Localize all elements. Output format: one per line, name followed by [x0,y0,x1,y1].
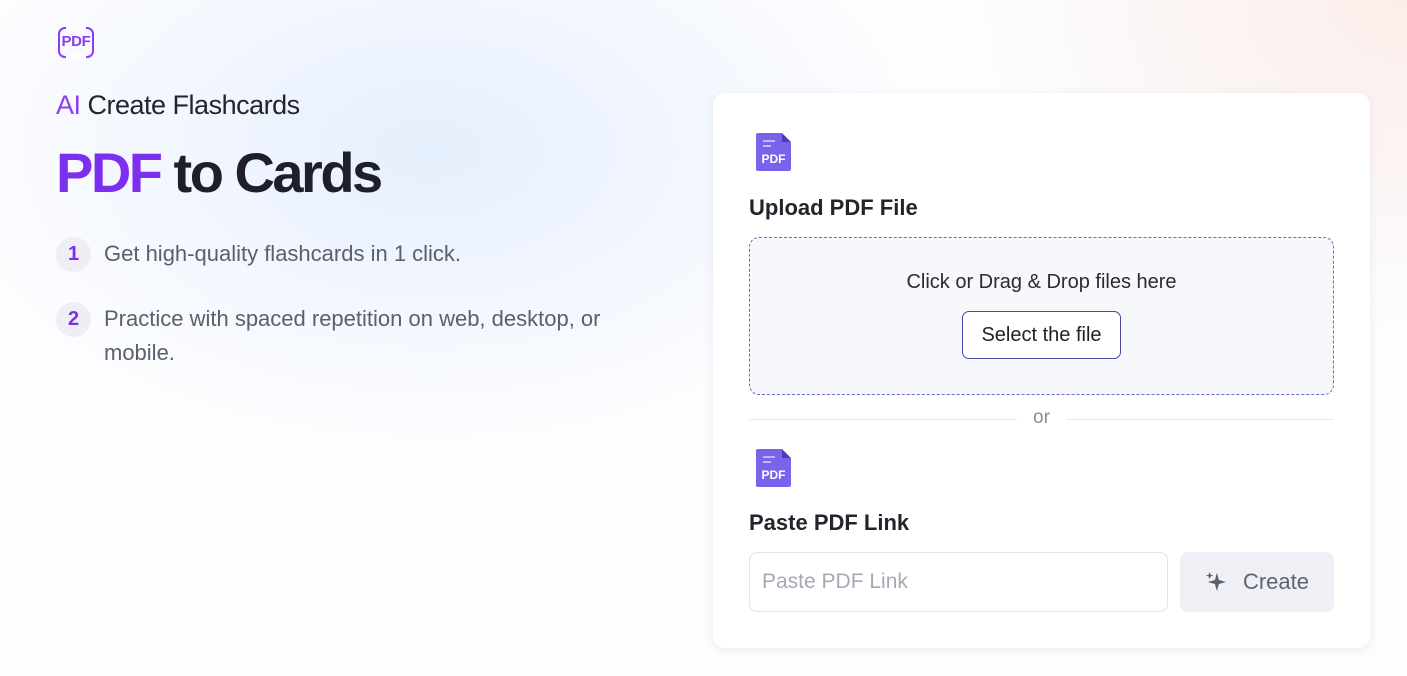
create-button-label: Create [1242,569,1310,594]
pdf-link-input[interactable] [749,552,1168,612]
upload-card: PDF Upload PDF File Click or Drag & Drop… [713,93,1370,648]
subtitle-rest: Create Flashcards [80,90,301,120]
step-number: 2 [56,302,91,337]
link-section-title: Paste PDF Link [749,510,910,535]
headline-rest: to Cards [160,141,384,204]
step-item: 2 Practice with spaced repetition on web… [56,302,666,370]
file-dropzone[interactable]: Click or Drag & Drop files here Select t… [749,237,1334,395]
pdf-file-icon: PDF [756,133,791,171]
pdf-logo-icon[interactable]: PDF [58,25,94,60]
page-subtitle: AI Create Flashcards [56,90,300,121]
steps-list: 1 Get high-quality flashcards in 1 click… [56,237,666,400]
subtitle-accent: AI [56,90,81,120]
step-number: 1 [56,237,91,272]
or-divider: or [749,407,1334,431]
logo-text: PDF [61,33,91,50]
select-file-button[interactable]: Select the file [962,311,1121,359]
step-item: 1 Get high-quality flashcards in 1 click… [56,237,666,272]
upload-section-title: Upload PDF File [749,195,918,220]
page-title: PDF to Cards [56,140,384,205]
divider-text: or [1033,407,1050,428]
pdf-file-icon: PDF [756,449,791,487]
pdf-icon-label: PDF [761,468,786,482]
sparkle-icon [1205,571,1227,592]
create-button[interactable]: Create [1180,552,1334,612]
headline-accent: PDF [56,141,163,204]
step-text: Practice with spaced repetition on web, … [104,306,601,365]
pdf-icon-label: PDF [761,152,786,166]
dropzone-text: Click or Drag & Drop files here [906,271,1177,293]
step-text: Get high-quality flashcards in 1 click. [104,241,462,266]
